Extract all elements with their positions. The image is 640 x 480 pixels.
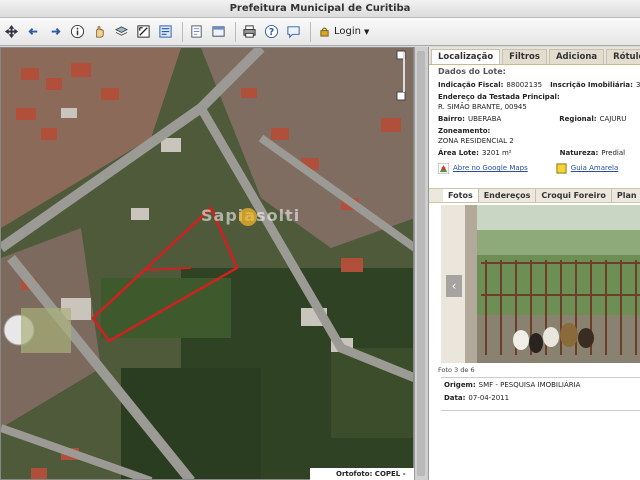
tab-fotos[interactable]: Fotos bbox=[443, 189, 479, 202]
ortofoto-credit: Ortofoto: COPEL - bbox=[310, 468, 414, 480]
login-menu[interactable]: Login ▼ bbox=[319, 26, 369, 37]
zoneamento-value: ZONA RESIDENCIAL 2 bbox=[438, 137, 514, 145]
zoneamento-label: Zoneamento: bbox=[438, 127, 491, 135]
panel-tabs: Localização Filtros Adiciona Rótulos bbox=[429, 47, 640, 65]
tab-filtros[interactable]: Filtros bbox=[502, 49, 547, 64]
inscricao-value: 3750 bbox=[635, 81, 640, 89]
toolbar-divider bbox=[235, 21, 236, 42]
comment-icon[interactable] bbox=[284, 22, 303, 42]
tab-enderecos[interactable]: Endereços bbox=[479, 189, 537, 202]
data-value: 07-04-2011 bbox=[468, 394, 510, 402]
photo-tabs: Fotos Endereços Croqui Foreiro Plan bbox=[429, 188, 640, 203]
window-icon[interactable] bbox=[209, 22, 228, 42]
info-icon[interactable] bbox=[68, 22, 87, 42]
help-icon[interactable]: ? bbox=[262, 22, 281, 42]
google-maps-icon bbox=[438, 162, 449, 174]
tab-adiciona[interactable]: Adiciona bbox=[548, 49, 605, 64]
lot-photo bbox=[441, 205, 640, 363]
toolbar: ? Login ▼ bbox=[0, 18, 640, 46]
indicacao-label: Indicação Fiscal: bbox=[438, 81, 504, 89]
map-scrollbar[interactable] bbox=[414, 47, 428, 480]
prev-photo-button[interactable]: ‹ bbox=[446, 275, 462, 297]
photo-count: Foto 3 de 6 bbox=[438, 366, 475, 374]
chevron-down-icon: ▼ bbox=[363, 27, 370, 36]
measure-icon[interactable] bbox=[134, 22, 153, 42]
endereco-label: Endereço da Testada Principal: bbox=[438, 93, 560, 101]
lock-icon bbox=[320, 27, 329, 37]
data-label: Data: bbox=[444, 394, 466, 402]
pan-icon[interactable] bbox=[2, 22, 21, 42]
bairro-label: Bairro: bbox=[438, 115, 465, 123]
lote-heading: Dados do Lote: bbox=[438, 67, 506, 76]
watermark-sun-icon bbox=[239, 208, 257, 226]
lote-details: Dados do Lote: Indicação Fiscal: 8800213… bbox=[429, 65, 640, 175]
map-view[interactable]: Sapiasolti bbox=[0, 47, 414, 480]
scrollbar-thumb[interactable] bbox=[417, 51, 425, 476]
area-label: Área Lote: bbox=[438, 149, 479, 157]
guia-amarela-link[interactable]: Guia Amarela bbox=[571, 164, 618, 172]
natureza-label: Natureza: bbox=[559, 149, 599, 157]
photo-meta: Origem: SMF - PESQUISA IMOBILIÁRIA Data:… bbox=[441, 377, 640, 411]
printer-icon[interactable] bbox=[240, 22, 259, 42]
forward-icon[interactable] bbox=[46, 22, 65, 42]
tab-plan[interactable]: Plan bbox=[612, 189, 640, 202]
google-maps-link[interactable]: Abre no Google Maps bbox=[453, 164, 528, 172]
tab-localizacao[interactable]: Localização bbox=[431, 49, 501, 64]
regional-value: CAJURU bbox=[599, 115, 627, 123]
hand-icon[interactable] bbox=[90, 22, 109, 42]
regional-label: Regional: bbox=[559, 115, 597, 123]
endereco-value: R. SIMÃO BRANTE, 00945 bbox=[438, 103, 527, 111]
indicacao-value: 88002135 bbox=[506, 81, 543, 89]
inscricao-label: Inscrição Imobiliária: bbox=[550, 81, 633, 89]
tab-croqui-foreiro[interactable]: Croqui Foreiro bbox=[536, 189, 612, 202]
origem-label: Origem: bbox=[444, 381, 476, 389]
select-icon[interactable] bbox=[156, 22, 175, 42]
toolbar-divider bbox=[310, 21, 311, 42]
guia-amarela-icon bbox=[556, 162, 567, 174]
svg-text:?: ? bbox=[269, 27, 274, 38]
area-value: 3201 m² bbox=[481, 149, 512, 157]
layers-icon[interactable] bbox=[112, 22, 131, 42]
login-label: Login bbox=[334, 26, 361, 37]
print-doc-icon[interactable] bbox=[187, 22, 206, 42]
info-panel: Localização Filtros Adiciona Rótulos Dad… bbox=[428, 47, 640, 480]
toolbar-divider bbox=[182, 21, 183, 42]
natureza-value: Predial bbox=[601, 149, 626, 157]
origem-value: SMF - PESQUISA IMOBILIÁRIA bbox=[478, 381, 581, 389]
window-title: Prefeitura Municipal de Curitiba bbox=[0, 0, 640, 18]
bairro-value: UBERABA bbox=[467, 115, 502, 123]
back-icon[interactable] bbox=[24, 22, 43, 42]
tab-rotulos[interactable]: Rótulos bbox=[606, 49, 640, 64]
aerial-photo bbox=[1, 48, 413, 479]
